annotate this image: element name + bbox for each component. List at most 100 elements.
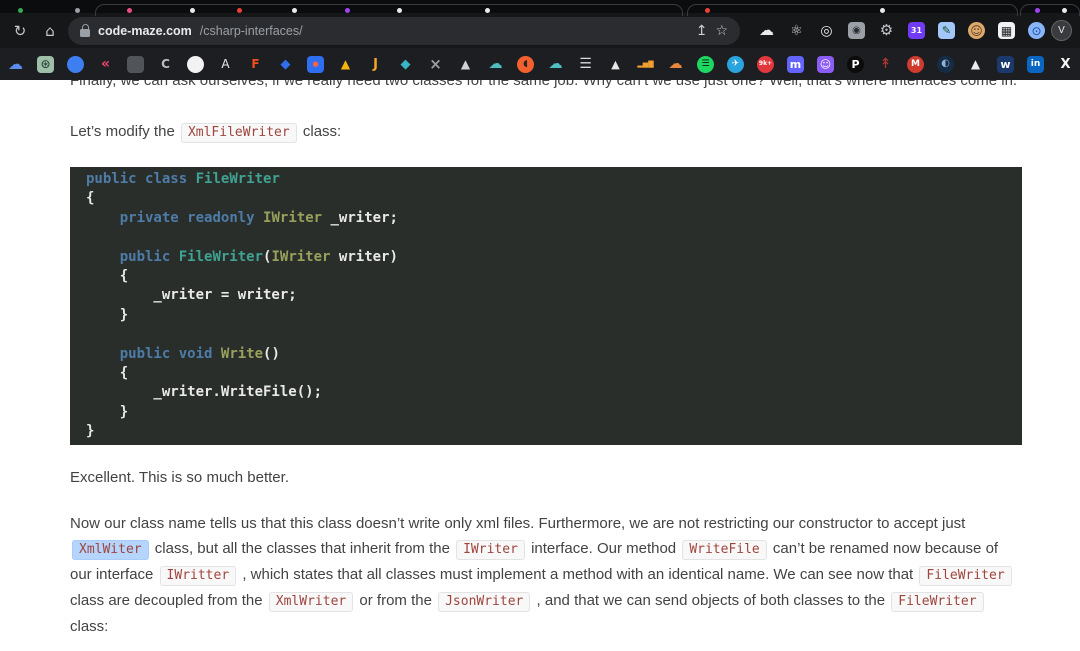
tab-favicon: [75, 8, 80, 13]
bookmark-star-icon[interactable]: ☆: [715, 23, 728, 39]
search-extension-icon[interactable]: ⊙: [1028, 22, 1045, 39]
folder-bookmark-icon[interactable]: [127, 56, 144, 73]
reload-icon[interactable]: ↻: [8, 22, 32, 40]
paragraph-text: class:: [70, 618, 108, 635]
bookmarks-bar: ☁ ⊛ « C AF ◆ ● ▲ J ◆ × ▲ ☁ ◖ ☁ ☰ ▲ ▂▅▇ ☁ ☰ ✈ 9k+ m ☺ P ↟ M ◐ ▲ win X: [0, 48, 1080, 80]
inline-code-chip: IWriter: [456, 540, 525, 560]
tab-favicon: [397, 8, 402, 13]
paragraph-text: or from the: [355, 592, 436, 609]
inline-code-chip-selected: XmlWiter: [72, 540, 149, 560]
cloud-sync-bookmark-icon[interactable]: ☁: [7, 56, 24, 73]
address-bar[interactable]: code-maze.com/csharp-interfaces/ ↥ ☆: [68, 17, 740, 45]
paragraph-text: , which states that all classes must imp…: [238, 566, 917, 583]
letter-a-bookmark-icon[interactable]: A: [217, 56, 234, 73]
tab-strip[interactable]: [0, 0, 1080, 13]
lock-icon: [80, 29, 90, 37]
url-host: code-maze.com: [98, 24, 192, 38]
tab-favicon: [237, 8, 242, 13]
tab-favicon: [1035, 8, 1040, 13]
paragraph-text: class, but all the classes that inherit …: [151, 540, 454, 557]
tab-favicon: [1062, 8, 1067, 13]
browser-tab[interactable]: [687, 4, 1018, 16]
paragraph-explanation: Now our class name tells us that this cl…: [70, 511, 1022, 639]
profile-avatar[interactable]: V: [1051, 20, 1072, 41]
striped-peak-bookmark-icon[interactable]: ▲: [457, 56, 474, 73]
teal-blob-bookmark-icon[interactable]: ☁: [487, 56, 504, 73]
chevrons-bookmark-icon[interactable]: «: [97, 56, 114, 73]
share-icon[interactable]: ↥: [696, 23, 708, 39]
paragraph-lets-modify: Let’s modify the XmlFileWriter class:: [70, 119, 1022, 145]
github-bookmark-icon[interactable]: [187, 56, 204, 73]
browser-tab[interactable]: [95, 4, 683, 16]
page-content: Finally, we can ask ourselves, if we rea…: [0, 80, 1080, 651]
tab-favicon: [190, 8, 195, 13]
paragraph-text: , and that we can send objects of both c…: [532, 592, 889, 609]
clipped-paragraph: Finally, we can ask ourselves, if we rea…: [70, 80, 1022, 91]
9k-badge-bookmark-icon[interactable]: 9k+: [757, 56, 774, 73]
gear-extension-icon[interactable]: ⚙: [878, 22, 895, 39]
google-drive-bookmark-icon[interactable]: ▲: [337, 56, 354, 73]
flame-j-bookmark-icon[interactable]: J: [367, 56, 384, 73]
atom-extension-icon[interactable]: ⚛: [788, 22, 805, 39]
teal-blob-2-bookmark-icon[interactable]: ☁: [547, 56, 564, 73]
tab-favicon: [705, 8, 710, 13]
p-logo-bookmark-icon[interactable]: P: [847, 56, 864, 73]
telegram-bookmark-icon[interactable]: ✈: [727, 56, 744, 73]
browser-window: ↻ ⌂ code-maze.com/csharp-interfaces/ ↥ ☆…: [0, 0, 1080, 651]
url-path: /csharp-interfaces/: [200, 24, 303, 38]
target-extension-icon[interactable]: ◎: [818, 22, 835, 39]
chatgpt-bookmark-icon[interactable]: ⊛: [37, 56, 54, 73]
tab-favicon: [292, 8, 297, 13]
browser-tab[interactable]: [1020, 4, 1080, 16]
pill-red-dot-bookmark-icon[interactable]: ●: [307, 56, 324, 73]
home-icon[interactable]: ⌂: [38, 22, 62, 40]
c-arrow-bookmark-icon[interactable]: C: [157, 56, 174, 73]
w-logo-bookmark-icon[interactable]: w: [997, 56, 1014, 73]
gravatar-m-bookmark-icon[interactable]: M: [907, 56, 924, 73]
notes-pencil-extension-icon[interactable]: ✎: [938, 22, 955, 39]
paragraph-text: class are decoupled from the: [70, 592, 267, 609]
paragraph-text: class:: [299, 123, 342, 140]
analytics-bars-bookmark-icon[interactable]: ▂▅▇: [637, 56, 654, 73]
code-block: public class FileWriter{ private readonl…: [70, 167, 1022, 445]
calendar-31-extension-icon[interactable]: 31: [908, 22, 925, 39]
spotify-bookmark-icon[interactable]: ☰: [697, 56, 714, 73]
x-pattern-bookmark-icon[interactable]: ×: [427, 56, 444, 73]
browser-toolbar: ↻ ⌂ code-maze.com/csharp-interfaces/ ↥ ☆…: [0, 13, 1080, 48]
tab-favicon: [127, 8, 132, 13]
chat-bubble-bookmark-icon[interactable]: [67, 56, 84, 73]
paragraph-text: interface. Our method: [527, 540, 680, 557]
camera-extension-icon[interactable]: ◉: [848, 22, 865, 39]
x-twitter-bookmark-icon[interactable]: X: [1057, 56, 1074, 73]
inline-code-chip: FileWriter: [891, 592, 983, 612]
teal-cube-bookmark-icon[interactable]: ◆: [397, 56, 414, 73]
paragraph-text: Now our class name tells us that this cl…: [70, 515, 965, 532]
avatar-face-extension-icon[interactable]: ☺: [968, 22, 985, 39]
linkedin-bookmark-icon[interactable]: in: [1027, 56, 1044, 73]
orange-hill-bookmark-icon[interactable]: ☁: [667, 56, 684, 73]
inline-code-chip: JsonWriter: [438, 592, 530, 612]
purple-chat-bookmark-icon[interactable]: ☺: [817, 56, 834, 73]
mastodon-bookmark-icon[interactable]: m: [787, 56, 804, 73]
inline-code-chip: IWritter: [160, 566, 237, 586]
tab-favicon: [485, 8, 490, 13]
striped-a-bookmark-icon[interactable]: ▲: [967, 56, 984, 73]
inline-code-chip: XmlFileWriter: [181, 123, 297, 143]
tab-favicon: [18, 8, 23, 13]
tab-favicon: [345, 8, 350, 13]
diamond-bookmark-icon[interactable]: ◆: [277, 56, 294, 73]
white-triangle-bookmark-icon[interactable]: ▲: [607, 56, 624, 73]
dark-moon-bookmark-icon[interactable]: ◐: [937, 56, 954, 73]
inline-code-chip: XmlWriter: [269, 592, 353, 612]
paragraph-text: Let’s modify the: [70, 123, 179, 140]
extensions-area: ☁ ⚛ ◎ ◉ ⚙ 31 ✎ ☺ ▦ ⊙: [758, 22, 1045, 39]
server-stack-bookmark-icon[interactable]: ☰: [577, 56, 594, 73]
paragraph-excellent: Excellent. This is so much better.: [70, 465, 1022, 490]
qr-grid-extension-icon[interactable]: ▦: [998, 22, 1015, 39]
antenna-bookmark-icon[interactable]: ↟: [877, 56, 894, 73]
figma-bookmark-icon[interactable]: F: [247, 56, 264, 73]
cloud-extension-icon[interactable]: ☁: [758, 22, 775, 39]
inline-code-chip: FileWriter: [919, 566, 1011, 586]
orange-c-bookmark-icon[interactable]: ◖: [517, 56, 534, 73]
tab-favicon: [880, 8, 885, 13]
